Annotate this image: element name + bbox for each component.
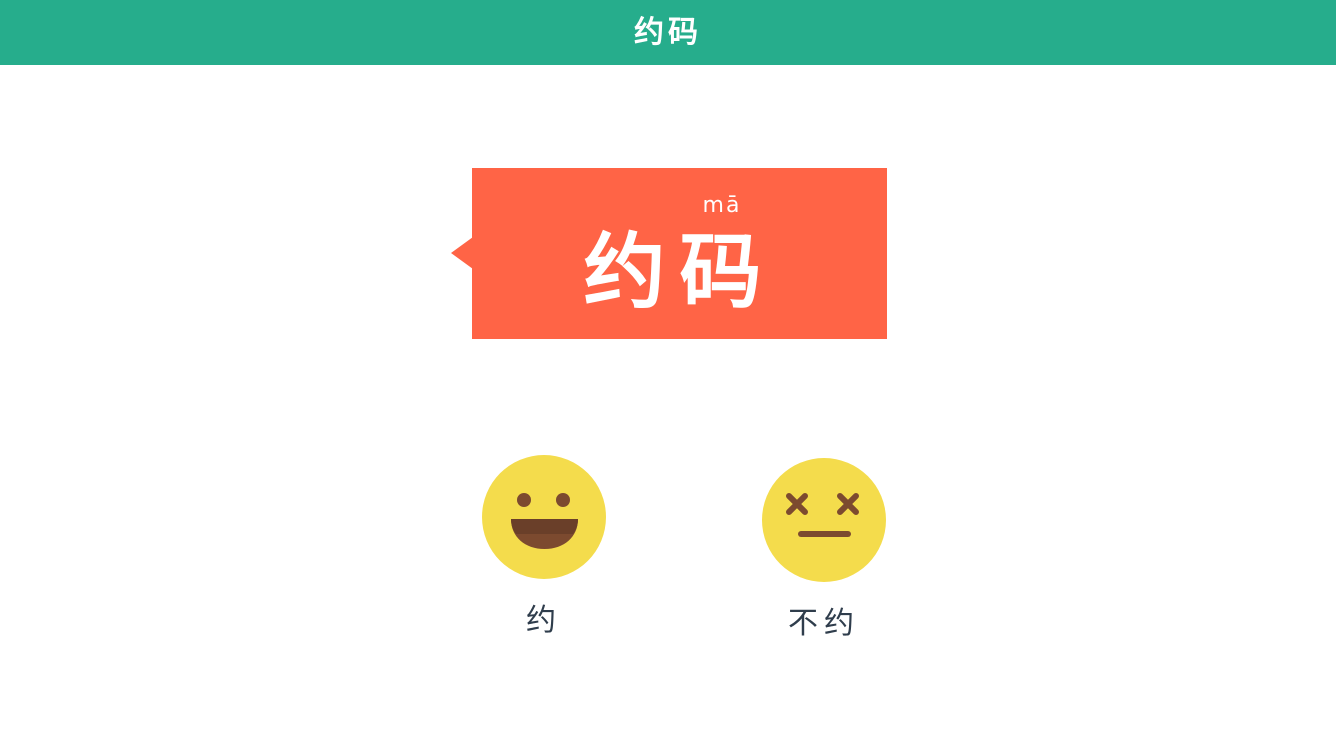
choice-no-label: 不约 [788, 606, 860, 641]
choice-yes-label: 约 [526, 603, 562, 638]
choice-no-button[interactable]: 不约 [754, 458, 894, 641]
dizzy-face-icon [762, 458, 886, 582]
smiley-face-icon [482, 455, 606, 579]
choice-yes-button[interactable]: 约 [474, 455, 614, 638]
card-pointer [451, 237, 473, 269]
card-word: 约码 [583, 225, 776, 320]
top-header-bar: 约码 [0, 0, 1336, 65]
pinyin-label: mā [702, 193, 742, 218]
page-title: 约码 [634, 15, 702, 50]
